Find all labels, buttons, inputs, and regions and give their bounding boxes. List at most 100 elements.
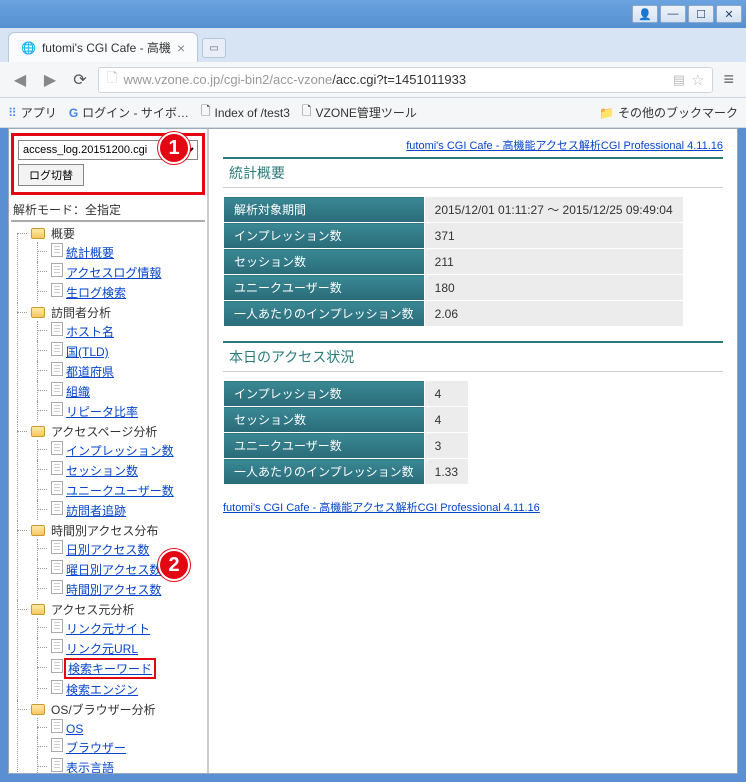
tree-item[interactable]: リピータ比率: [31, 401, 205, 421]
tree-item[interactable]: リンク元URL: [31, 638, 205, 658]
tree-link[interactable]: リピータ比率: [66, 405, 138, 419]
new-tab-button[interactable]: ▭: [202, 38, 226, 58]
tree-link[interactable]: アクセスログ情報: [66, 266, 161, 280]
credit-link-bottom[interactable]: futomi's CGI Cafe - 高機能アクセス解析CGI Profess…: [223, 502, 540, 514]
page-icon: [51, 362, 63, 376]
table-row: セッション数211: [224, 249, 684, 275]
tree-item[interactable]: リンク元サイト: [31, 618, 205, 638]
tree-link[interactable]: リンク元URL: [66, 642, 138, 656]
tree-link[interactable]: 国(TLD): [66, 345, 109, 359]
tree-folder[interactable]: 訪問者分析ホスト名国(TLD)都道府県組織リピータ比率: [11, 303, 205, 422]
folder-icon: [31, 307, 45, 318]
tree-folder[interactable]: 概要統計概要アクセスログ情報生ログ検索: [11, 224, 205, 303]
tree-item[interactable]: アクセスログ情報: [31, 262, 205, 282]
tree-item[interactable]: 検索キーワード: [31, 658, 205, 679]
minimize-button[interactable]: —: [660, 5, 686, 23]
stat-label: インプレッション数: [224, 381, 425, 407]
stat-value: 371: [424, 223, 683, 249]
tree-item[interactable]: ユニークユーザー数: [31, 480, 205, 500]
tree-link[interactable]: ブラウザー: [66, 741, 126, 755]
tree-link[interactable]: 訪問者追跡: [66, 504, 126, 518]
folder-icon: [31, 704, 45, 715]
tree-item[interactable]: セッション数: [31, 460, 205, 480]
stat-label: ユニークユーザー数: [224, 433, 425, 459]
page-icon: [51, 580, 63, 594]
tree-link[interactable]: セッション数: [66, 464, 138, 478]
tree-link[interactable]: リンク元サイト: [66, 622, 150, 636]
url-host: www.vzone.co.jp/cgi-bin2/acc-vzone: [123, 72, 332, 87]
tree-link[interactable]: 都道府県: [66, 365, 114, 379]
rss-icon[interactable]: ▤: [673, 72, 685, 88]
tree-link[interactable]: インプレッション数: [66, 444, 174, 458]
reload-button[interactable]: ⟳: [68, 68, 92, 92]
tree-link[interactable]: 生ログ検索: [66, 286, 126, 300]
close-tab-icon[interactable]: ×: [177, 40, 185, 56]
tree-link[interactable]: OS: [66, 722, 83, 736]
back-button[interactable]: ◀: [8, 68, 32, 92]
folder-icon: [31, 525, 45, 536]
bookmark-vzone[interactable]: 🗋 VZONE管理ツール: [302, 102, 417, 123]
table-row: 一人あたりのインプレッション数1.33: [224, 459, 469, 485]
google-icon: G: [69, 106, 78, 120]
bookmark-login[interactable]: G ログイン - サイボ…: [69, 104, 189, 121]
tree-item[interactable]: 都道府県: [31, 361, 205, 381]
table-row: インプレッション数4: [224, 381, 469, 407]
table-row: ユニークユーザー数180: [224, 275, 684, 301]
page-icon: [51, 342, 63, 356]
tree-folder-label: アクセス元分析: [51, 601, 134, 618]
tree-item[interactable]: 時間別アクセス数: [31, 579, 205, 599]
tree-item[interactable]: 統計概要: [31, 242, 205, 262]
tree-folder[interactable]: OS/ブラウザー分析 OS ブラウザー表示言語: [11, 700, 205, 773]
credit-link-top[interactable]: futomi's CGI Cafe - 高機能アクセス解析CGI Profess…: [406, 140, 723, 152]
tree-item[interactable]: ブラウザー: [31, 737, 205, 757]
tree-item[interactable]: 表示言語: [31, 757, 205, 773]
tree-item[interactable]: 検索エンジン: [31, 679, 205, 699]
main-content: futomi's CGI Cafe - 高機能アクセス解析CGI Profess…: [209, 129, 737, 773]
browser-tab[interactable]: 🌐 futomi's CGI Cafe - 高機 ×: [8, 32, 198, 62]
bookmark-star-icon[interactable]: ☆: [691, 71, 704, 89]
tree-link[interactable]: 日別アクセス数: [66, 543, 149, 557]
table-row: セッション数4: [224, 407, 469, 433]
stat-value: 4: [424, 381, 468, 407]
stat-label: セッション数: [224, 249, 425, 275]
callout-badge-2: 2: [158, 549, 190, 581]
tree-link[interactable]: 時間別アクセス数: [66, 583, 161, 597]
bookmark-index[interactable]: 🗋 Index of /test3: [201, 102, 290, 123]
tree-item[interactable]: 組織: [31, 381, 205, 401]
page-icon: [51, 501, 63, 515]
tree-item[interactable]: 訪問者追跡: [31, 500, 205, 520]
tree-link[interactable]: ユニークユーザー数: [66, 484, 174, 498]
tree-folder[interactable]: アクセスページ分析インプレッション数セッション数ユニークユーザー数訪問者追跡: [11, 422, 205, 521]
page-icon: 🗋: [302, 102, 312, 123]
tree-folder-label: OS/ブラウザー分析: [51, 701, 156, 718]
tree-link[interactable]: 組織: [66, 385, 90, 399]
bookmark-label: アプリ: [21, 104, 57, 121]
page-icon: [51, 659, 63, 673]
tree-item[interactable]: OS: [31, 718, 205, 737]
chrome-menu-icon[interactable]: ≡: [719, 69, 738, 90]
tree-link[interactable]: 統計概要: [66, 246, 114, 260]
tree-link[interactable]: 検索エンジン: [66, 683, 138, 697]
tree-item[interactable]: インプレッション数: [31, 440, 205, 460]
chrome-user-icon[interactable]: 👤: [632, 5, 658, 23]
tree-item[interactable]: 国(TLD): [31, 341, 205, 361]
log-switch-button[interactable]: ログ切替: [18, 164, 84, 186]
address-bar[interactable]: 🗋 www.vzone.co.jp/cgi-bin2/acc-vzone/acc…: [98, 67, 713, 93]
page-icon: [51, 758, 63, 772]
tree-folder[interactable]: アクセス元分析リンク元サイトリンク元URL 検索キーワード検索エンジン: [11, 600, 205, 700]
tree-link[interactable]: 検索キーワード: [68, 662, 152, 676]
stat-value: 3: [424, 433, 468, 459]
tab-favicon: 🌐: [21, 41, 36, 55]
stat-label: 一人あたりのインプレッション数: [224, 301, 425, 327]
tree-link[interactable]: 表示言語: [66, 761, 114, 773]
tree-link[interactable]: ホスト名: [66, 325, 114, 339]
apps-shortcut[interactable]: ⠿ アプリ: [8, 104, 57, 121]
page-icon: [51, 680, 63, 694]
maximize-button[interactable]: ☐: [688, 5, 714, 23]
tree-item[interactable]: 生ログ検索: [31, 282, 205, 302]
tree-link[interactable]: 曜日別アクセス数: [66, 563, 161, 577]
tree-item[interactable]: ホスト名: [31, 321, 205, 341]
other-bookmarks[interactable]: 📁 その他のブックマーク: [599, 104, 738, 121]
page-icon: [51, 263, 63, 277]
close-window-button[interactable]: ✕: [716, 5, 742, 23]
